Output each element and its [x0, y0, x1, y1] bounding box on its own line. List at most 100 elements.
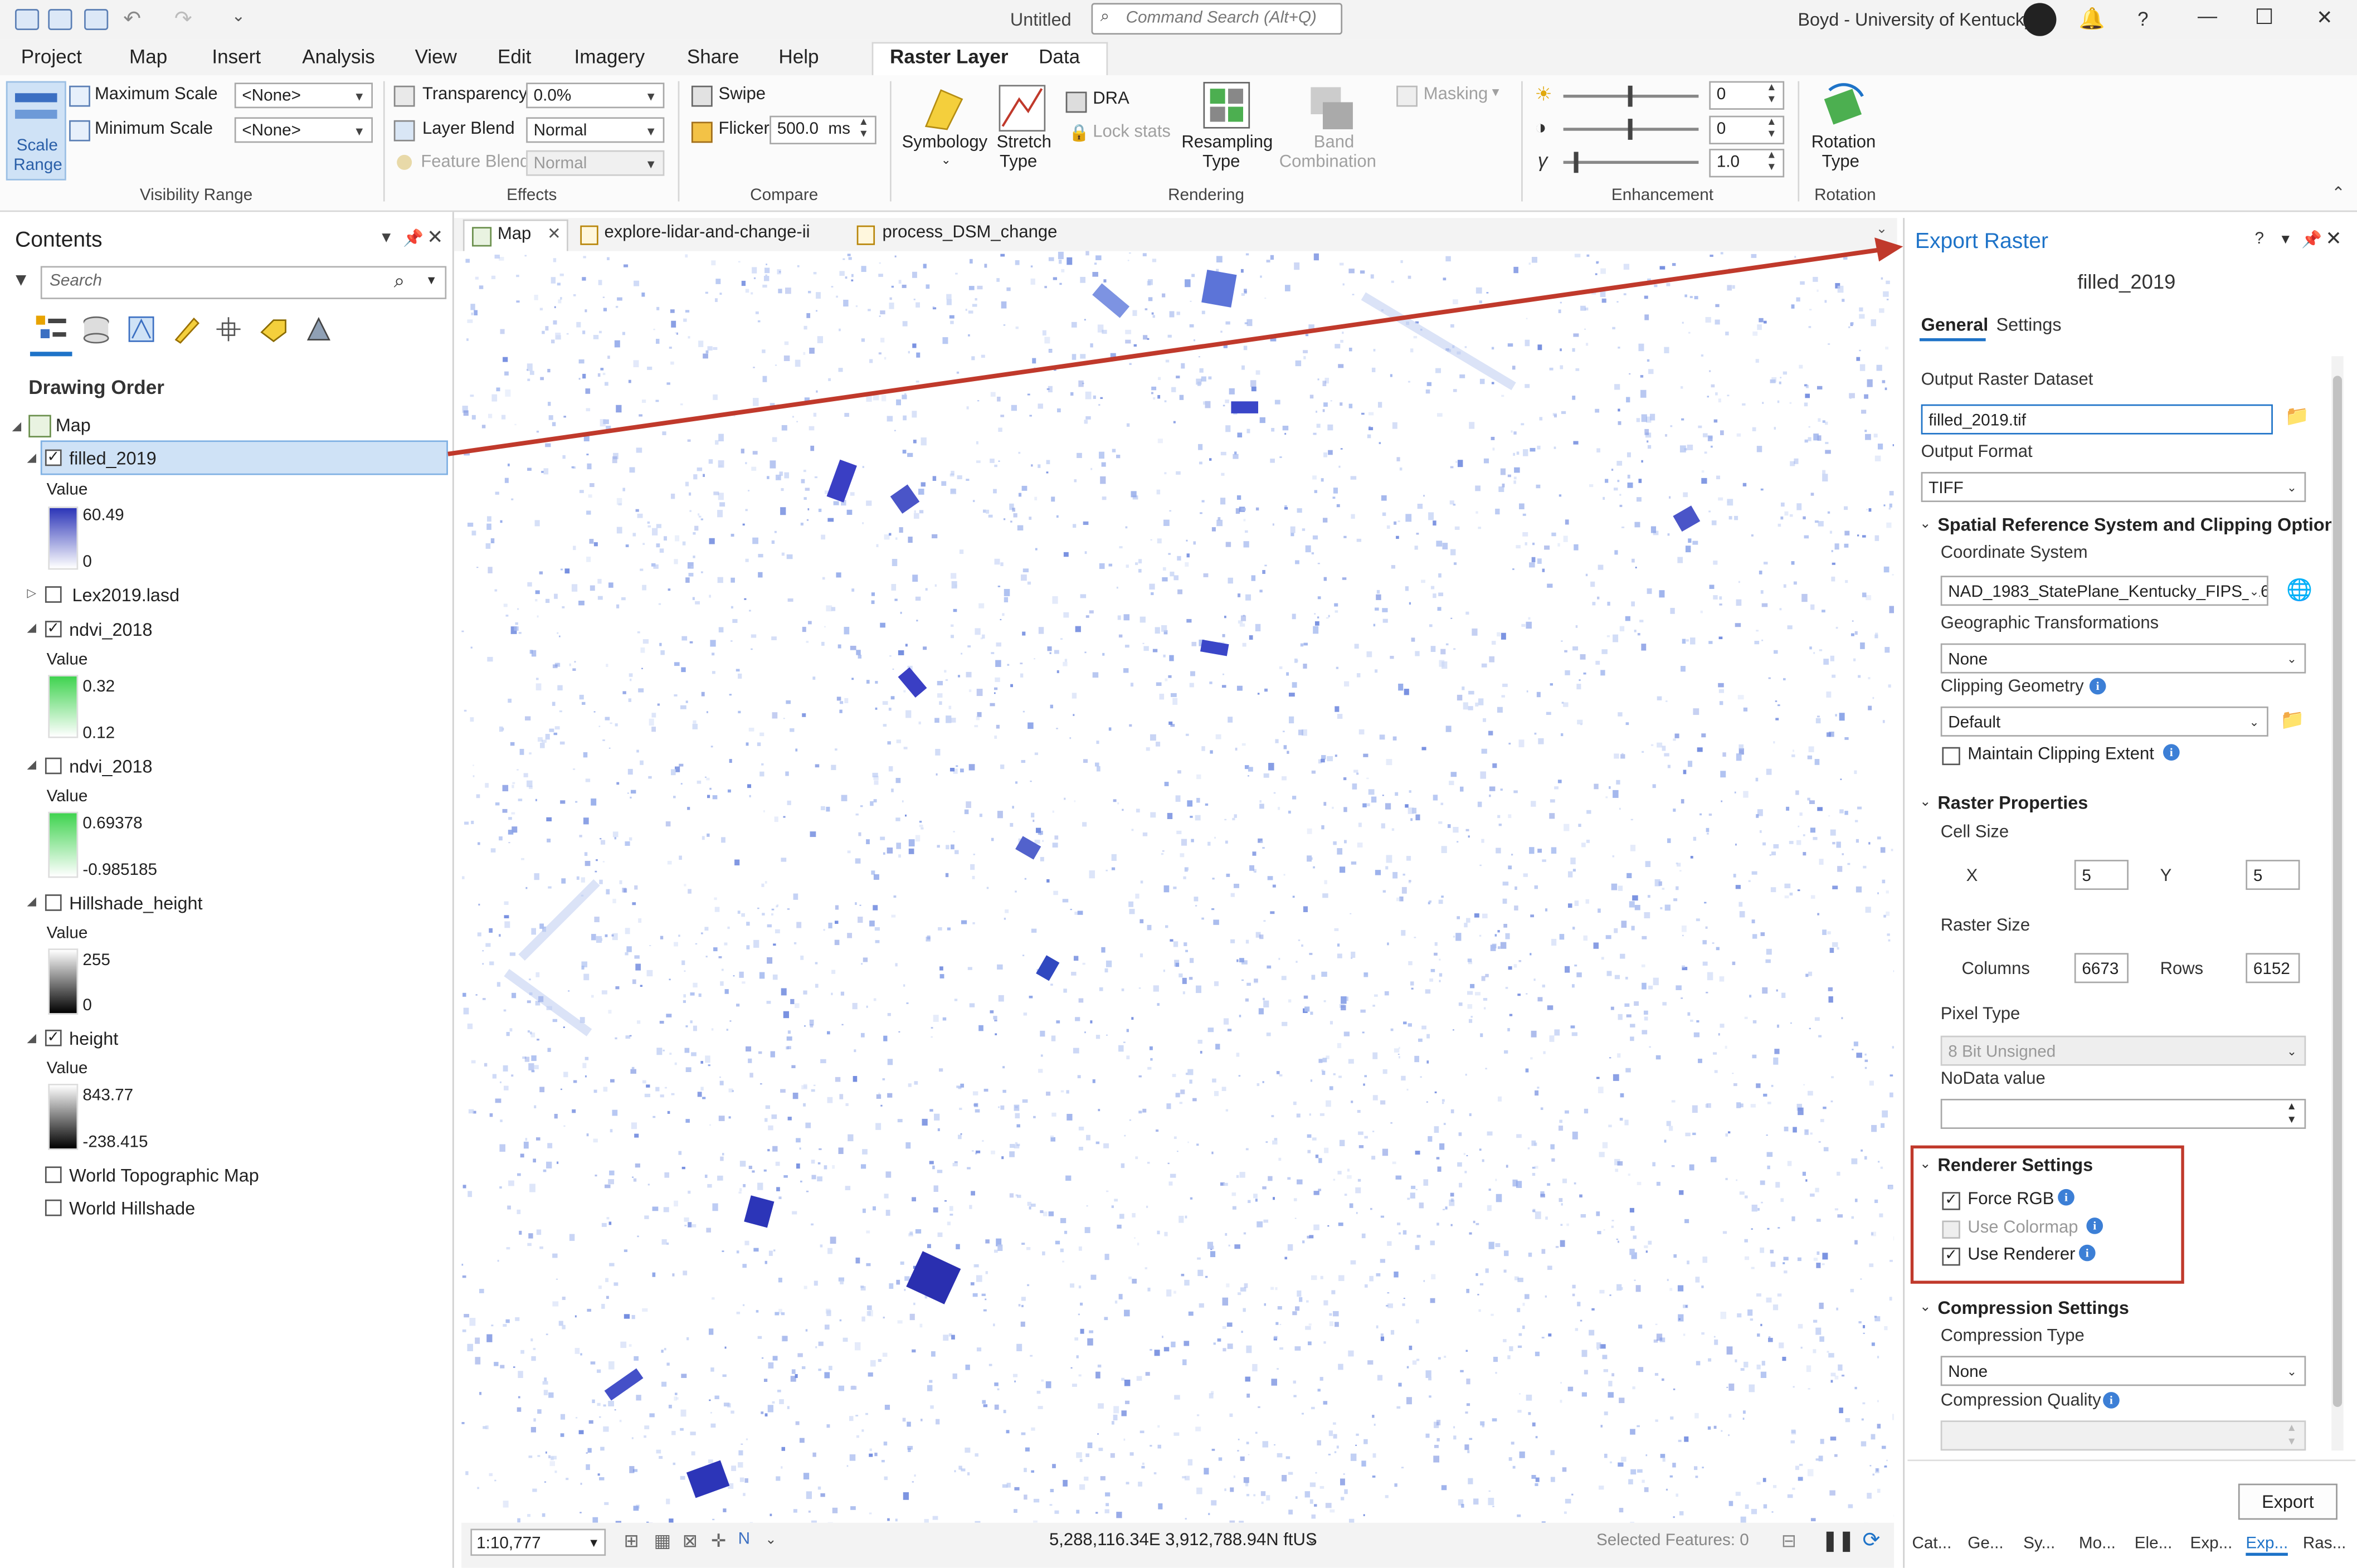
stretch-type-label-1[interactable]: Stretch [997, 134, 1051, 152]
cell-size-y-input[interactable]: 5 [2246, 860, 2300, 890]
notification-icon[interactable]: 🔔 [2079, 6, 2105, 32]
search-icon[interactable]: ⌕ [394, 269, 405, 293]
help-button[interactable]: ? [2137, 7, 2149, 30]
info-icon[interactable]: i [2163, 744, 2180, 761]
layer-name[interactable]: World Hillshade [69, 1198, 195, 1219]
tab-settings[interactable]: Settings [1996, 314, 2062, 335]
clear-selection-icon[interactable]: ⊟ [1781, 1530, 1796, 1551]
customize-quick-access-icon[interactable]: ⌄ [231, 6, 245, 25]
tab-raster-layer[interactable]: Raster Layer [890, 45, 1009, 67]
compression-settings-heading[interactable]: Compression Settings [1937, 1297, 2129, 1318]
maximize-button[interactable]: ☐ [2255, 4, 2274, 30]
brightness-input[interactable]: 0 ▲ ▼ [1709, 81, 1785, 110]
collapse-caret-icon[interactable]: ◢ [27, 1031, 37, 1045]
chevron-down-icon[interactable]: ⌄ [1876, 221, 1887, 238]
tab-geoprocessing[interactable]: Ge... [1968, 1535, 2003, 1552]
redo-icon[interactable]: ↷ [174, 6, 192, 32]
list-by-source-icon[interactable] [81, 314, 111, 344]
avatar[interactable] [2023, 3, 2057, 36]
collapse-ribbon-icon[interactable]: ⌃ [2331, 183, 2345, 203]
crosshair-icon[interactable]: ✛ [711, 1530, 726, 1551]
tab-general[interactable]: General [1921, 314, 1989, 335]
flicker-rate-input[interactable]: 500.0 ms ▲ ▼ [770, 115, 876, 144]
tab-project[interactable]: Project [21, 45, 82, 67]
pin-icon[interactable]: 📌 [2301, 230, 2322, 249]
gamma-slider[interactable] [1563, 160, 1699, 164]
gamma-input[interactable]: 1.0 ▲ ▼ [1709, 149, 1785, 178]
contrast-slider-thumb[interactable] [1628, 119, 1633, 140]
export-button[interactable]: Export [2238, 1483, 2337, 1520]
filter-icon[interactable]: ▼ [12, 269, 30, 290]
collapse-caret-icon[interactable]: ◢ [27, 451, 37, 464]
tab-insert[interactable]: Insert [212, 45, 261, 67]
layer-name[interactable]: ndvi_2018 [69, 619, 152, 640]
layer-name[interactable]: Hillshade_height [69, 893, 202, 914]
collapse-caret-icon[interactable]: ◢ [12, 420, 22, 433]
srs-section-heading[interactable]: Spatial Reference System and Clipping Op… [1937, 514, 2335, 535]
stretch-type-label-2[interactable]: Type [1000, 153, 1037, 171]
tab-view[interactable]: View [415, 45, 457, 67]
nodata-input[interactable]: ▲ ▼ [1940, 1099, 2306, 1129]
list-by-selection-icon[interactable] [126, 314, 157, 344]
layer-visibility-checkbox[interactable]: ✓ [45, 1029, 62, 1046]
tab-imagery[interactable]: Imagery [574, 45, 645, 67]
user-name[interactable]: Boyd - University of Kentucky [1798, 9, 2033, 30]
chevron-down-icon[interactable]: ⌄ [765, 1532, 776, 1548]
raster-properties-heading[interactable]: Raster Properties [1937, 792, 2088, 814]
maintain-clipping-extent-checkbox[interactable] [1942, 747, 1960, 766]
minimize-button[interactable]: — [2198, 4, 2217, 27]
rotation-type-label-1[interactable]: Rotation [1811, 134, 1876, 152]
open-icon[interactable] [48, 9, 72, 30]
output-format-select[interactable]: TIFF ⌄ [1921, 472, 2306, 503]
browse-folder-icon[interactable]: 📁 [2280, 708, 2305, 732]
resampling-type-label-1[interactable]: Resampling [1181, 134, 1273, 152]
tab-share[interactable]: Share [687, 45, 739, 67]
new-project-icon[interactable] [14, 9, 40, 30]
list-by-editing-icon[interactable] [172, 314, 202, 344]
selected-features-count[interactable]: Selected Features: 0 [1596, 1532, 1749, 1550]
contrast-input[interactable]: 0 ▲ ▼ [1709, 115, 1785, 144]
collapse-caret-icon[interactable]: ◢ [27, 894, 37, 908]
clipping-geometry-select[interactable]: Default ⌄ [1940, 706, 2268, 737]
help-icon[interactable]: ? [2255, 230, 2265, 248]
map-scale-combo[interactable]: 1:10,777 ▼ [470, 1528, 606, 1556]
tab-edit[interactable]: Edit [498, 45, 531, 67]
close-icon[interactable]: ✕ [427, 226, 443, 250]
transparency-combo[interactable]: 0.0% ▼ [526, 82, 665, 109]
scale-range-button[interactable]: Scale Range [6, 81, 66, 181]
undo-icon[interactable]: ↶ [123, 6, 141, 32]
collapse-caret-icon[interactable]: ⌄ [1920, 515, 1931, 532]
info-icon[interactable]: i [2086, 1218, 2103, 1234]
expand-caret-icon[interactable]: ▷ [27, 586, 37, 600]
grid-icon[interactable]: ⊞ [624, 1530, 639, 1551]
info-icon[interactable]: i [2089, 678, 2106, 695]
pane-menu-icon[interactable]: ▼ [2279, 231, 2292, 246]
layer-visibility-checkbox[interactable]: ✓ [45, 449, 62, 466]
info-icon[interactable]: i [2078, 1244, 2096, 1262]
info-icon[interactable]: i [2103, 1392, 2120, 1409]
pin-icon[interactable]: 📌 [403, 228, 423, 248]
tab-elements[interactable]: Ele... [2135, 1535, 2173, 1552]
tab-export-raster[interactable]: Exp... [2246, 1535, 2288, 1556]
coordinate-system-select[interactable]: NAD_1983_StatePlane_Kentucky_FIPS_16(⌄ [1940, 576, 2268, 606]
tab-data[interactable]: Data [1039, 45, 1080, 67]
layer-name[interactable]: ndvi_2018 [69, 756, 152, 777]
minimum-scale-combo[interactable]: <None> ▼ [234, 117, 373, 143]
contents-search-input[interactable]: Search ⌕ ▼ [40, 266, 447, 299]
tab-map[interactable]: Map [129, 45, 167, 67]
columns-input[interactable]: 6673 [2074, 953, 2129, 983]
rotation-type-label-2[interactable]: Type [1822, 153, 1859, 171]
symbology-button[interactable]: Symbology [902, 134, 987, 152]
spinner-icon[interactable]: ▲ ▼ [2286, 1100, 2297, 1128]
resampling-type-label-2[interactable]: Type [1202, 153, 1240, 171]
collapse-caret-icon[interactable]: ⌄ [1920, 793, 1931, 810]
brightness-slider-thumb[interactable] [1628, 85, 1633, 107]
snapping-icon[interactable]: ⊠ [683, 1530, 698, 1551]
pane-menu-icon[interactable]: ▼ [379, 230, 394, 247]
tab-raster-functions[interactable]: Ras... [2303, 1535, 2346, 1552]
layer-blend-combo[interactable]: Normal ▼ [526, 117, 665, 143]
tab-analysis[interactable]: Analysis [302, 45, 375, 67]
layer-name[interactable]: filled_2019 [69, 448, 157, 469]
layer-visibility-checkbox[interactable] [45, 1199, 62, 1216]
north-arrow-icon[interactable]: N [738, 1530, 750, 1548]
